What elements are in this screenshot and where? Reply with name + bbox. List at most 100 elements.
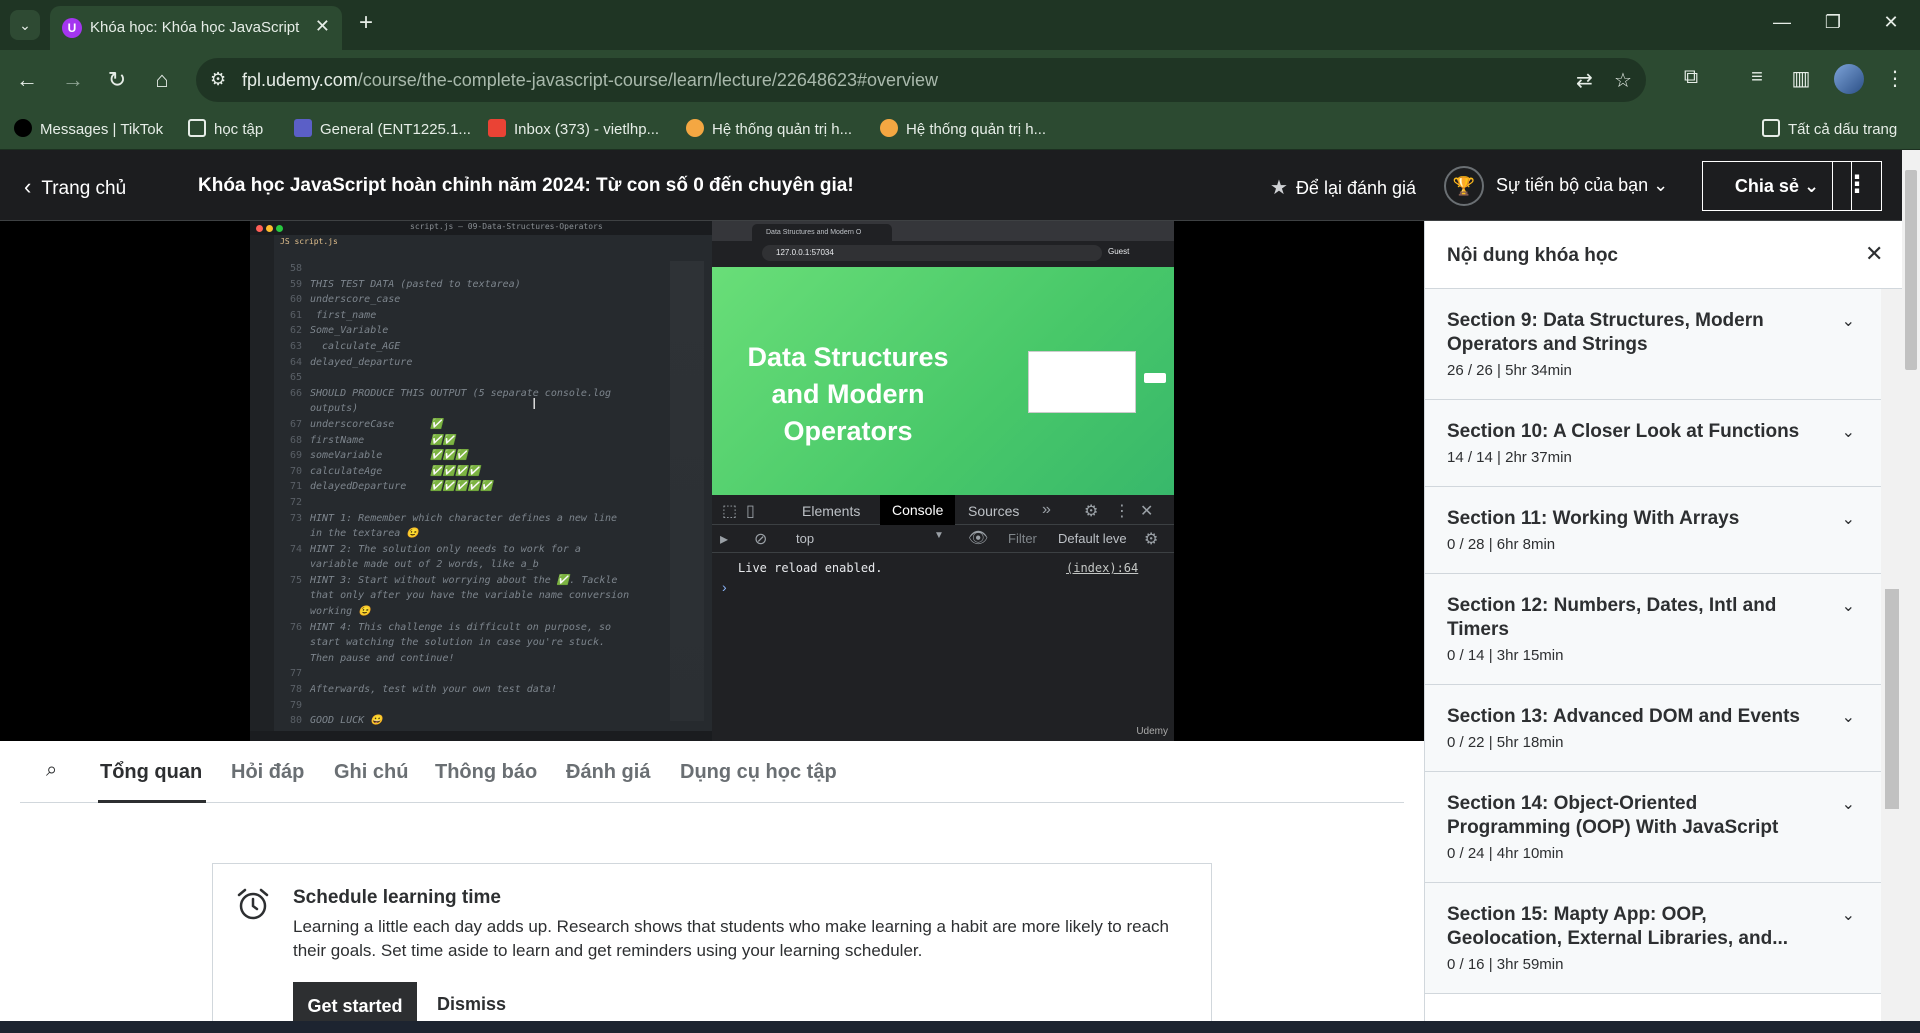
code-line: 71 delayedDeparture ✅✅✅✅✅ (280, 479, 670, 495)
translate-icon[interactable]: ⇄ (1576, 68, 1593, 93)
window-close-icon[interactable]: ✕ (1871, 12, 1911, 33)
chevron-down-icon[interactable]: ⌄ (1842, 707, 1855, 727)
browser-menu-icon[interactable]: ⋮ (1880, 66, 1910, 91)
reload-icon[interactable]: ↻ (102, 66, 132, 96)
more-options-icon[interactable]: ⋮ (1832, 161, 1882, 211)
course-section[interactable]: Section 13: Advanced DOM and Events 0 / 2… (1425, 685, 1881, 772)
line-number: 76 (289, 621, 302, 633)
course-section[interactable]: Section 11: Working With Arrays 0 / 28 | … (1425, 487, 1881, 574)
line-text: someVariable ✅✅✅ (310, 450, 468, 462)
demo-url: 127.0.0.1:57034 (762, 245, 1102, 261)
search-icon[interactable]: ⌕ (46, 759, 57, 782)
new-tab-icon[interactable]: + (352, 10, 380, 38)
course-section[interactable]: Section 9: Data Structures, Modern Opera… (1425, 289, 1881, 400)
course-section[interactable]: Section 15: Mapty App: OOP, Geolocation,… (1425, 883, 1881, 994)
media-control-icon[interactable]: ≡ (1742, 66, 1772, 89)
address-bar[interactable]: ⚙ fpl.udemy.com/course/the-complete-java… (196, 58, 1646, 102)
line-text: outputs) (310, 403, 359, 415)
course-section[interactable]: Section 10: A Closer Look at Functions 14… (1425, 400, 1881, 487)
dismiss-button[interactable]: Dismiss (437, 994, 506, 1015)
tab-announcements[interactable]: Thông báo (435, 761, 537, 784)
inspect-icon: ⬚ (722, 503, 738, 520)
demo-tabbar: Data Structures and Modern O (712, 221, 1174, 241)
console-filterbar: ▸ ⊘ top ▼ 👁 Filter Default levels ⚙ (712, 525, 1174, 553)
bookmark-star-icon[interactable]: ☆ (1614, 68, 1632, 93)
line-text: delayed_departure (310, 356, 413, 368)
line-text: Afterwards, test with your own test data… (310, 684, 557, 696)
editor-title: script.js — 09-Data-Structures-Operators (410, 222, 603, 231)
all-bookmarks[interactable]: Tất cả dấu trang (1762, 118, 1897, 142)
page-scrollbar[interactable] (1902, 150, 1920, 1021)
chevron-down-icon: ⌄ (1653, 174, 1669, 195)
side-panel-icon[interactable]: ▥ (1786, 66, 1816, 91)
devtools-tab-console: Console (880, 495, 956, 525)
bookmark-teams[interactable]: General (ENT1225.1... (294, 118, 471, 142)
bookmark-system-2[interactable]: Hệ thống quản trị h... (880, 118, 1046, 142)
forward-icon[interactable]: → (58, 66, 88, 96)
code-line: outputs) (280, 401, 670, 417)
sidebar-scrollbar[interactable] (1881, 289, 1903, 1021)
devtools-panel: ⬚ ▯ Elements Console Sources » ⚙ ⋮ ✕ ▸ ⊘… (712, 495, 1174, 741)
udemy-watermark: Udemy (1136, 726, 1168, 737)
browser-tab-active[interactable]: U Khóa học: Khóa học JavaScript hoàn chỉ… (50, 6, 342, 50)
code-line: 79 (280, 698, 670, 714)
sidebar-header: Nội dung khóa học ✕ (1425, 221, 1903, 289)
sidebar-toggle-icon: ▸ (720, 531, 729, 548)
profile-avatar[interactable] (1834, 64, 1864, 94)
home-icon[interactable]: ⌂ (147, 66, 177, 96)
course-section[interactable]: Section 14: Object-Oriented Programming … (1425, 772, 1881, 883)
star-icon: ★ (1270, 177, 1288, 199)
leave-rating-button[interactable]: ★ Để lại đánh giá (1270, 175, 1416, 200)
line-number: 72 (289, 496, 302, 508)
extensions-icon[interactable]: ⧉ (1676, 66, 1706, 89)
tab-search-icon[interactable]: ⌄ (10, 10, 40, 40)
tab-notes[interactable]: Ghi chú (334, 761, 408, 784)
line-text: underscoreCase ✅ (310, 418, 443, 430)
chevron-down-icon[interactable]: ⌄ (1842, 509, 1855, 529)
section-title: Section 13: Advanced DOM and Events (1447, 706, 1800, 727)
course-section[interactable]: Section 12: Numbers, Dates, Intl and Tim… (1425, 574, 1881, 685)
bookmark-system-1[interactable]: Hệ thống quản trị h... (686, 118, 852, 142)
chevron-down-icon[interactable]: ⌄ (1842, 311, 1855, 331)
sidebar-scroll-thumb[interactable] (1885, 589, 1899, 809)
course-content-sidebar: Nội dung khóa học ✕ Section 9: Data Stru… (1424, 221, 1903, 1021)
code-line: 62 Some_Variable (280, 323, 670, 339)
code-line: 59 THIS TEST DATA (pasted to textarea) (280, 277, 670, 293)
code-line: 65 (280, 370, 670, 386)
site-info-icon[interactable]: ⚙ (210, 69, 226, 90)
tab-overview[interactable]: Tổng quan (100, 761, 202, 784)
code-line: 69 someVariable ✅✅✅ (280, 448, 670, 464)
devtools-tab-sources: Sources (968, 503, 1020, 519)
device-toggle-icon: ▯ (746, 503, 755, 520)
section-meta: 26 / 26 | 5hr 34min (1447, 362, 1572, 379)
log-level: Default levels (1058, 531, 1126, 546)
page-scroll-thumb[interactable] (1905, 170, 1917, 370)
chevron-down-icon[interactable]: ⌄ (1842, 596, 1855, 616)
section-title: Section 15: Mapty App: OOP, Geolocation,… (1447, 904, 1789, 949)
restore-icon[interactable]: ❐ (1813, 12, 1853, 33)
line-number: 62 (289, 325, 302, 337)
minimize-icon[interactable]: — (1762, 12, 1802, 33)
close-icon: ✕ (1140, 503, 1154, 520)
bookmark-gmail[interactable]: Inbox (373) - vietlhp... (488, 118, 659, 142)
bookmark-tiktok[interactable]: Messages | TikTok (14, 118, 163, 142)
tab-learning-tools[interactable]: Dụng cụ học tập (680, 761, 837, 784)
home-link[interactable]: ‹ Trang chủ (24, 174, 126, 200)
chevron-down-icon[interactable]: ⌄ (1842, 794, 1855, 814)
tab-qa[interactable]: Hỏi đáp (231, 761, 304, 784)
bookmark-folder-hoc-tap[interactable]: học tập (188, 118, 263, 142)
video-player[interactable]: script.js — 09-Data-Structures-Operators… (0, 221, 1424, 741)
line-text: THIS TEST DATA (pasted to textarea) (310, 278, 521, 290)
chevron-down-icon[interactable]: ⌄ (1842, 422, 1855, 442)
demo-tab: Data Structures and Modern O (752, 224, 892, 241)
tab-close-icon[interactable]: ✕ (315, 16, 330, 37)
chevron-down-icon[interactable]: ⌄ (1842, 905, 1855, 925)
back-icon[interactable]: ← (12, 66, 42, 96)
line-number: 63 (289, 340, 302, 352)
code-line: Then pause and continue! (280, 651, 670, 667)
text-cursor-icon: I (532, 396, 537, 413)
close-sidebar-icon[interactable]: ✕ (1865, 241, 1883, 267)
share-button[interactable]: Chia sẻ ⌄ (1702, 161, 1852, 211)
progress-button[interactable]: 🏆 Sự tiến bộ của bạn ⌄ (1444, 166, 1668, 206)
tab-reviews[interactable]: Đánh giá (566, 761, 650, 784)
